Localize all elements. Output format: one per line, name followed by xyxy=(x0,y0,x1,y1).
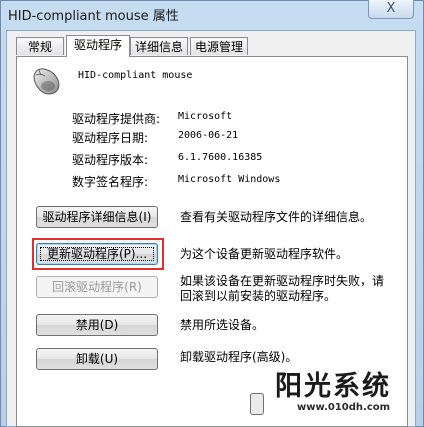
provider-value: Microsoft xyxy=(178,111,233,122)
uninstall-button[interactable]: 卸载(U) xyxy=(36,348,158,370)
ok-button-partial[interactable] xyxy=(250,393,264,415)
signer-label: 数字签名程序: xyxy=(72,175,149,189)
rollback-driver-desc-line2: 回滚到以前安装的驱动程序。 xyxy=(180,289,337,303)
version-label: 驱动程序版本: xyxy=(72,153,149,167)
watermark-url: www.010dh.com xyxy=(297,402,391,413)
window-title: HID-compliant mouse 属性 xyxy=(8,9,179,24)
driver-details-button[interactable]: 驱动程序详细信息(I) xyxy=(36,206,158,228)
signer-value: Microsoft Windows xyxy=(178,174,281,185)
focus-ring xyxy=(40,247,154,261)
close-button[interactable]: X xyxy=(368,0,414,19)
tab-details[interactable]: 详细信息 xyxy=(130,37,188,55)
disable-desc: 禁用所选设备。 xyxy=(180,318,265,332)
watermark-title: 阳光系统 xyxy=(275,371,391,402)
date-value: 2006-06-21 xyxy=(178,130,239,141)
provider-label: 驱动程序提供商: xyxy=(72,112,161,126)
update-driver-desc: 为这个设备更新驱动程序软件。 xyxy=(180,247,349,261)
rollback-driver-button[interactable]: 回滚驱动程序(R) xyxy=(36,276,158,298)
uninstall-desc: 卸载驱动程序(高级)。 xyxy=(180,350,298,364)
tab-general[interactable]: 常规 xyxy=(16,37,64,55)
update-driver-button[interactable]: 更新驱动程序(P)... xyxy=(36,243,158,265)
device-name: HID-compliant mouse xyxy=(78,70,193,81)
title-bar: HID-compliant mouse 属性 X xyxy=(0,0,422,26)
rollback-driver-desc-line1: 如果该设备在更新驱动程序时失败，请 xyxy=(180,274,385,288)
tab-driver[interactable]: 驱动程序 xyxy=(66,35,130,57)
disable-button[interactable]: 禁用(D) xyxy=(36,314,158,336)
mouse-icon xyxy=(33,68,60,95)
version-value: 6.1.7600.16385 xyxy=(178,152,263,163)
date-label: 驱动程序日期: xyxy=(72,131,149,145)
close-icon: X xyxy=(386,1,396,16)
driver-details-desc: 查看有关驱动程序文件的详细信息。 xyxy=(180,210,373,224)
tab-power-management[interactable]: 电源管理 xyxy=(190,37,248,55)
